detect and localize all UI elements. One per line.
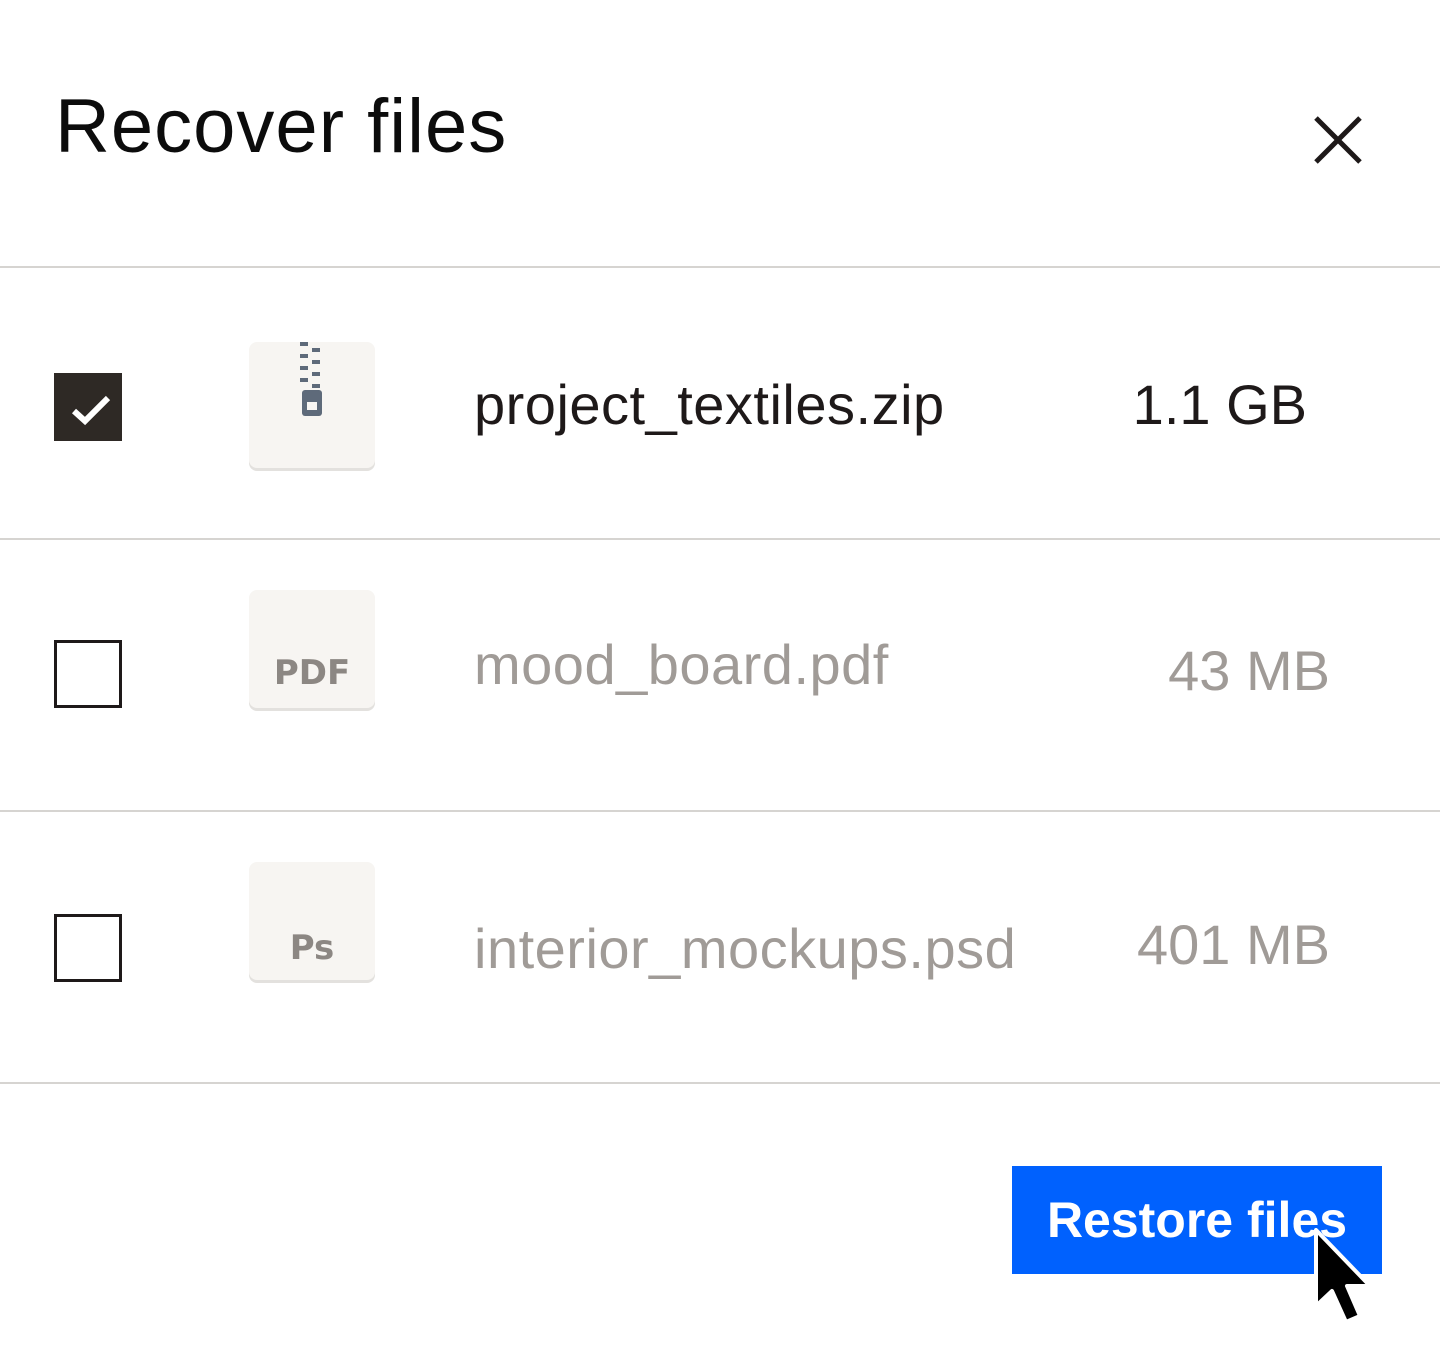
psd-file-icon: Ps (249, 862, 375, 980)
zipper-icon (300, 342, 322, 416)
file-checkbox[interactable] (54, 914, 122, 982)
file-size: 401 MB (1137, 913, 1330, 976)
file-type-label: Ps (289, 928, 335, 968)
file-row[interactable]: project_textiles.zip 1.1 GB (0, 268, 1440, 540)
restore-files-button[interactable]: Restore files (1012, 1166, 1382, 1274)
file-checkbox-checked[interactable] (54, 373, 122, 441)
close-icon (1314, 116, 1362, 164)
file-type-label: PDF (273, 653, 351, 693)
close-button[interactable] (1308, 110, 1368, 170)
dialog-header: Recover files (0, 0, 1440, 268)
file-name: interior_mockups.psd (474, 917, 1017, 980)
file-list: project_textiles.zip 1.1 GB PDF mood_boa… (0, 268, 1440, 1084)
file-checkbox[interactable] (54, 640, 122, 708)
file-size: 1.1 GB (1132, 373, 1307, 436)
file-name: mood_board.pdf (474, 633, 889, 696)
file-size: 43 MB (1168, 639, 1330, 702)
checkmark-icon (71, 395, 111, 426)
dialog-title: Recover files (55, 84, 508, 169)
file-row[interactable]: Ps interior_mockups.psd 401 MB (0, 812, 1440, 1084)
file-name: project_textiles.zip (474, 373, 945, 436)
pdf-file-icon: PDF (249, 590, 375, 708)
file-row[interactable]: PDF mood_board.pdf 43 MB (0, 540, 1440, 812)
zip-file-icon (249, 342, 375, 468)
